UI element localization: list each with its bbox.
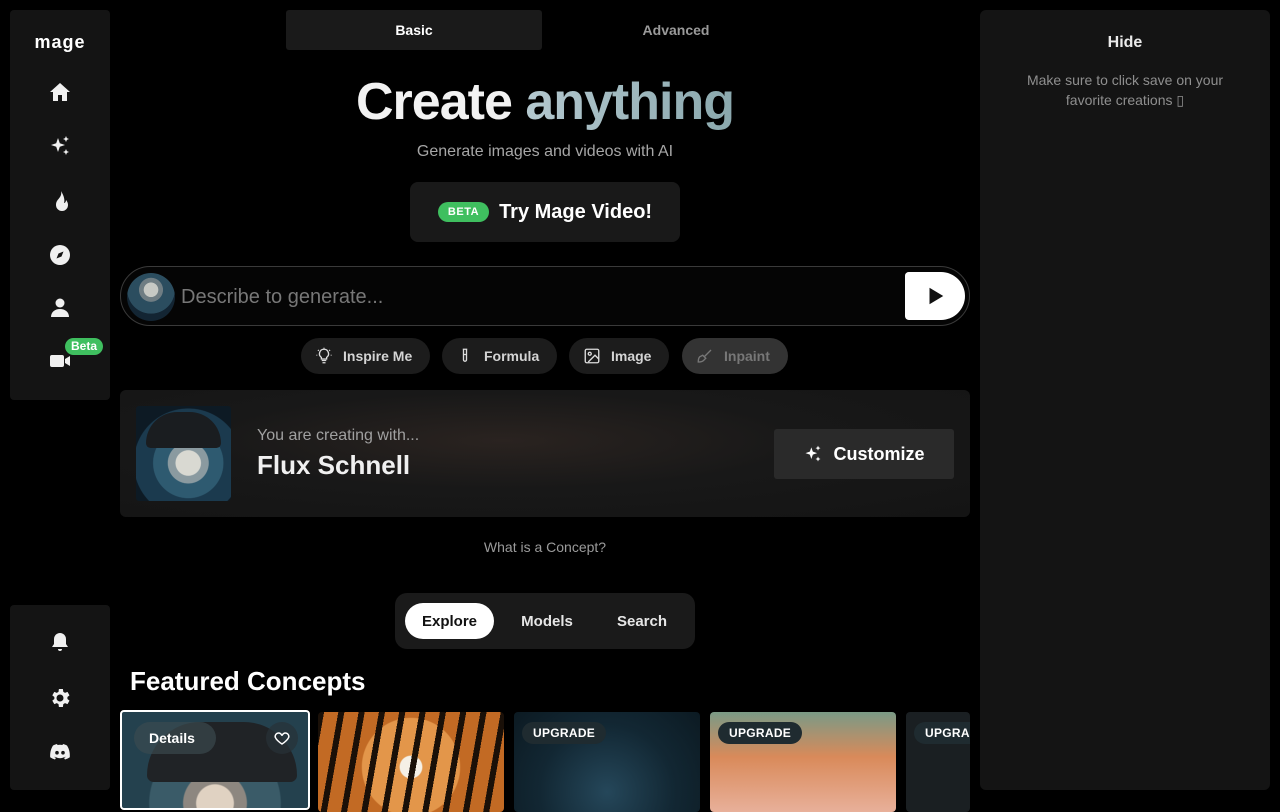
concept-card: You are creating with... Flux Schnell Cu… (120, 390, 970, 517)
tab-advanced[interactable]: Advanced (548, 10, 804, 50)
inspire-me-label: Inspire Me (343, 348, 413, 364)
image-icon (584, 348, 600, 364)
tab-models[interactable]: Models (503, 603, 591, 639)
inpaint-label: Inpaint (724, 348, 770, 364)
concept-tile[interactable] (318, 712, 504, 812)
home-icon[interactable] (44, 76, 76, 108)
concept-subtitle: You are creating with... (257, 427, 420, 444)
sparkles-icon (805, 445, 821, 462)
hero-title: Create anything (120, 72, 970, 132)
details-button[interactable]: Details (134, 722, 216, 754)
lightbulb-icon (316, 347, 332, 364)
sparkles-icon[interactable] (44, 130, 76, 162)
what-is-concept-link[interactable]: What is a Concept? (120, 539, 970, 555)
try-video-button[interactable]: BETA Try Mage Video! (410, 182, 680, 242)
upgrade-badge: UPGRADE (718, 722, 803, 744)
brush-icon (697, 349, 712, 363)
concept-tile[interactable]: UPGRADE (514, 712, 700, 812)
inspire-me-button[interactable]: Inspire Me (301, 338, 431, 374)
generate-button[interactable] (905, 272, 965, 320)
flame-icon[interactable] (44, 185, 76, 217)
formula-button[interactable]: Formula (442, 338, 558, 374)
tab-basic[interactable]: Basic (286, 10, 542, 50)
concept-name: Flux Schnell (257, 450, 411, 480)
favorite-button[interactable] (266, 722, 298, 754)
concept-avatar[interactable] (127, 273, 175, 321)
image-label: Image (611, 348, 652, 364)
test-tube-icon (462, 348, 468, 362)
beta-badge: BETA (437, 202, 490, 222)
hide-panel-button[interactable]: Hide (980, 34, 1270, 52)
customize-label: Customize (833, 443, 925, 464)
formula-label: Formula (484, 348, 540, 364)
right-panel: Hide Make sure to click save on your fav… (980, 10, 1270, 790)
bell-icon[interactable] (44, 627, 76, 659)
sidebar-secondary (10, 605, 110, 790)
tab-explore[interactable]: Explore (405, 603, 494, 639)
gear-icon[interactable] (44, 682, 76, 714)
sidebar-main: mage Beta (10, 10, 110, 400)
hero-subtitle: Generate images and videos with AI (416, 143, 674, 160)
try-video-label: Try Mage Video! (499, 200, 653, 223)
hero-title-word-1: Create (356, 73, 513, 131)
discord-icon[interactable] (44, 736, 76, 768)
prompt-bar (120, 266, 970, 326)
prompt-input[interactable] (179, 277, 899, 317)
customize-button[interactable]: Customize (774, 429, 954, 479)
mode-tabs: Basic Advanced (286, 10, 806, 50)
concept-tile[interactable]: Details (120, 710, 310, 810)
user-icon[interactable] (44, 292, 76, 324)
mage-logo[interactable]: mage (10, 32, 110, 52)
save-reminder-text: Make sure to click save on your favorite… (1026, 72, 1224, 108)
explore-tabs: Explore Models Search (395, 593, 695, 649)
concept-tile[interactable]: UPGRADE (906, 712, 970, 812)
concept-thumbnail[interactable] (136, 406, 231, 501)
play-icon (929, 287, 944, 305)
upgrade-badge: UPGRADE (522, 722, 607, 744)
video-beta-badge: Beta (65, 338, 104, 355)
compass-icon[interactable] (44, 239, 76, 271)
concept-tile[interactable]: UPGRADE (710, 712, 896, 812)
heart-icon (274, 732, 290, 745)
tab-search[interactable]: Search (599, 603, 685, 639)
upgrade-badge: UPGRADE (914, 722, 970, 744)
inpaint-button[interactable]: Inpaint (682, 338, 788, 374)
hero-title-word-2: anything (525, 73, 735, 131)
featured-concepts-title: Featured Concepts (130, 666, 366, 696)
image-button[interactable]: Image (569, 338, 670, 374)
